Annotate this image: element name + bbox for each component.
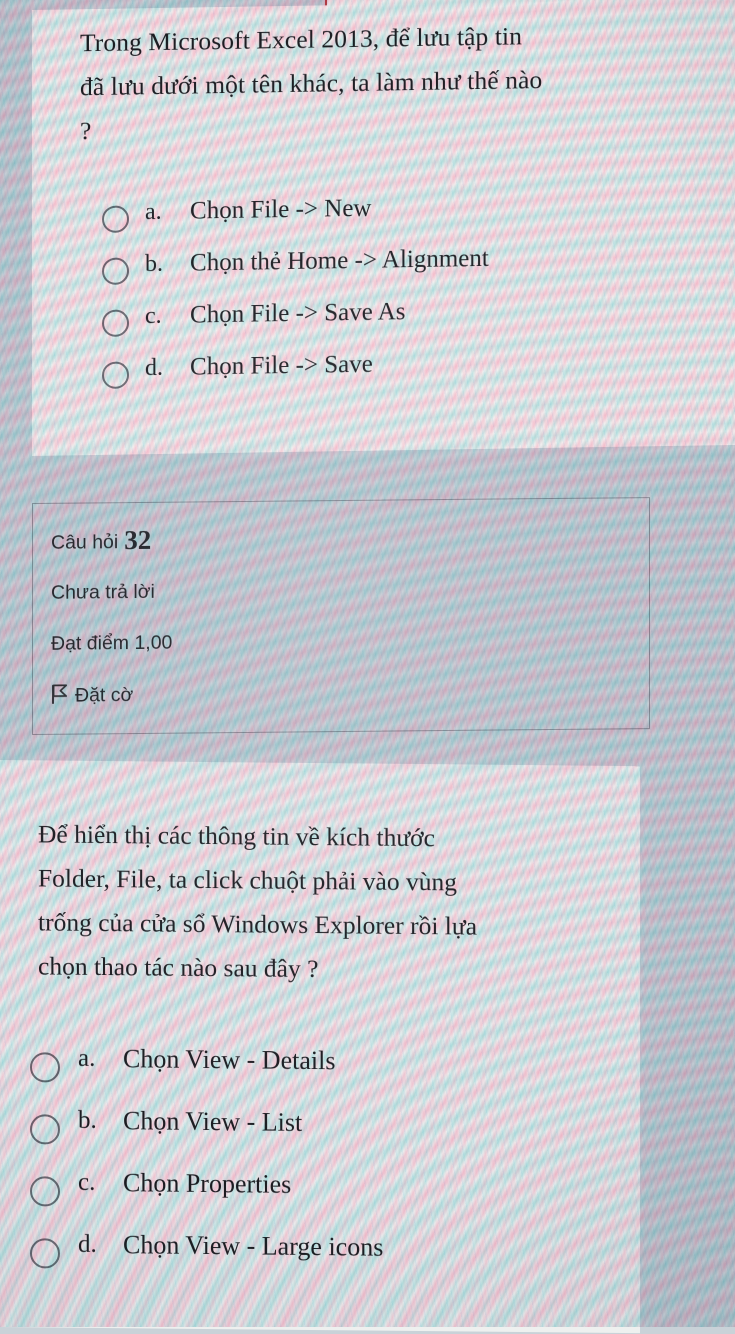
grade-label: Đạt điểm 1,00 <box>51 631 173 655</box>
option-text-c: Chọn File -> Save As <box>190 298 406 329</box>
option-row-d[interactable]: d. Chọn File -> Save <box>102 343 702 404</box>
radio-d-icon[interactable] <box>30 1238 60 1269</box>
question-number: 32 <box>124 524 152 556</box>
question-info-box: Câu hỏi 32 Chưa trả lời Đạt điểm 1,00 Đặt… <box>32 497 650 735</box>
option-letter-c: c. <box>145 302 162 330</box>
option-row-b[interactable]: b. Chọn View - List <box>18 1102 658 1170</box>
option-letter-d: d. <box>78 1230 97 1258</box>
option-text-a: Chọn View - Details <box>123 1044 336 1076</box>
question-2-content: Để hiển thị các thông tin về kích thước … <box>0 760 735 1334</box>
option-letter-d: d. <box>145 354 163 382</box>
option-text-a: Chọn File -> New <box>190 194 372 225</box>
option-letter-b: b. <box>145 250 163 278</box>
question-2-options: a. Chọn View - Details b. Chọn View - Li… <box>18 1040 658 1294</box>
radio-c-icon[interactable] <box>30 1176 60 1207</box>
option-text-d: Chọn File -> Save <box>190 350 373 381</box>
question-number-row: Câu hỏi 32 <box>51 525 151 557</box>
question-2-stem-line-4: chọn thao tác nào sau đây ? <box>38 951 319 984</box>
radio-b-icon[interactable] <box>30 1114 60 1145</box>
option-letter-b: b. <box>78 1106 97 1134</box>
option-row-a[interactable]: a. Chọn File -> New <box>102 187 702 248</box>
option-text-d: Chọn View - Large icons <box>123 1230 384 1262</box>
option-row-b[interactable]: b. Chọn thẻ Home -> Alignment <box>102 239 702 300</box>
option-letter-c: c. <box>78 1168 96 1196</box>
question-1-stem: Trong Microsoft Excel 2013, để lưu tập t… <box>80 12 690 154</box>
quiz-screen: Trong Microsoft Excel 2013, để lưu tập t… <box>0 0 735 1334</box>
question-label: Câu hỏi <box>51 531 119 554</box>
question-1-content: Trong Microsoft Excel 2013, để lưu tập t… <box>32 0 735 456</box>
radio-d-icon[interactable] <box>102 361 129 389</box>
option-text-b: Chọn View - List <box>123 1106 303 1137</box>
question-1-options: a. Chọn File -> New b. Chọn thẻ Home -> … <box>102 187 702 404</box>
question-2-stem-line-2: Folder, File, ta click chuột phải vào vù… <box>38 863 457 897</box>
question-2-stem: Để hiển thị các thông tin về kích thước … <box>38 812 638 994</box>
option-row-c[interactable]: c. Chọn File -> Save As <box>102 291 702 352</box>
radio-a-icon[interactable] <box>30 1052 60 1083</box>
option-text-b: Chọn thẻ Home -> Alignment <box>190 244 489 277</box>
flag-question-button[interactable]: Đặt cờ <box>51 683 133 711</box>
radio-b-icon[interactable] <box>102 257 129 285</box>
answer-status: Chưa trả lời <box>51 580 155 604</box>
question-2-stem-line-1: Để hiển thị các thông tin về kích thước <box>38 819 435 853</box>
option-row-a[interactable]: a. Chọn View - Details <box>18 1040 658 1108</box>
option-row-d[interactable]: d. Chọn View - Large icons <box>18 1226 658 1294</box>
flag-outline-icon <box>51 684 68 711</box>
flag-label: Đặt cờ <box>75 684 134 707</box>
question-2-stem-line-3: trống của cửa sổ Windows Explorer rồi lự… <box>38 907 477 941</box>
option-row-c[interactable]: c. Chọn Properties <box>18 1164 658 1232</box>
option-text-c: Chọn Properties <box>123 1168 292 1199</box>
radio-a-icon[interactable] <box>102 205 129 233</box>
radio-c-icon[interactable] <box>102 309 129 337</box>
option-letter-a: a. <box>145 198 162 226</box>
option-letter-a: a. <box>78 1044 96 1072</box>
